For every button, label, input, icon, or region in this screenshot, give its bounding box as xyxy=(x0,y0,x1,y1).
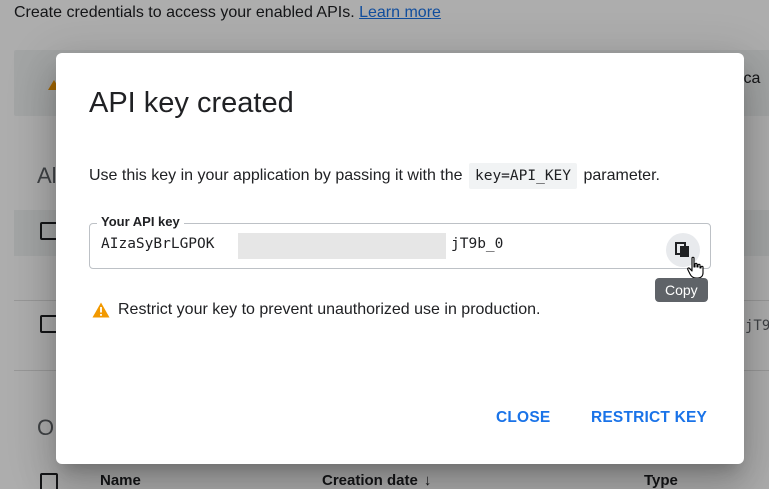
api-key-param-code: key=API_KEY xyxy=(468,163,578,189)
api-key-field[interactable]: Your API key AIzaSyBrLGPOK jT9b_0 xyxy=(89,214,711,269)
pointer-hand-icon xyxy=(687,256,704,279)
api-key-created-dialog: API key created Use this key in your app… xyxy=(56,53,744,464)
restrict-key-button[interactable]: RESTRICT KEY xyxy=(591,409,707,427)
copy-tooltip: Copy xyxy=(655,278,708,302)
dialog-description: Use this key in your application by pass… xyxy=(89,163,660,189)
api-key-start: AIzaSyBrLGPOK xyxy=(101,236,215,252)
dialog-title: API key created xyxy=(89,87,294,119)
description-text: Use this key in your application by pass… xyxy=(89,167,463,184)
api-key-end: jT9b_0 xyxy=(451,236,504,252)
api-key-label: Your API key xyxy=(97,214,184,229)
warning-icon xyxy=(92,302,110,318)
description-text-end: parameter. xyxy=(583,167,660,184)
redacted-region xyxy=(238,233,446,259)
close-button[interactable]: CLOSE xyxy=(496,409,550,427)
warning-text: Restrict your key to prevent unauthorize… xyxy=(118,301,541,318)
restriction-warning: Restrict your key to prevent unauthorize… xyxy=(92,301,540,319)
